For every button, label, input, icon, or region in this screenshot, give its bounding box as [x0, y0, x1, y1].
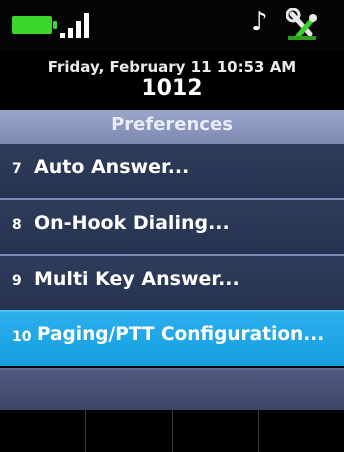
music-note-icon: ♪: [251, 7, 268, 37]
menu-item-number: 8: [12, 217, 22, 233]
tools-icon: [286, 8, 317, 40]
softkey-1[interactable]: [0, 410, 85, 452]
menu-item-label: Multi Key Answer...: [34, 268, 240, 290]
softkey-bar: [0, 410, 344, 452]
extension-number: 1012: [141, 76, 203, 101]
empty-menu-row: [0, 368, 344, 410]
page-title: Preferences: [0, 110, 344, 142]
menu-item-number: 9: [12, 273, 22, 289]
menu-item-label: Paging/PTT Configuration...: [37, 324, 325, 345]
menu-item-multi-key-answer[interactable]: 9 Multi Key Answer...: [0, 254, 344, 310]
signal-bars-icon: [60, 12, 96, 38]
menu-item-number: 10: [12, 329, 32, 345]
menu-item-paging-ptt-configuration[interactable]: 10 Paging/PTT Configuration...: [0, 310, 344, 366]
battery-icon: [12, 16, 57, 34]
menu-item-auto-answer[interactable]: 7 Auto Answer...: [0, 142, 344, 198]
softkey-2[interactable]: [85, 410, 171, 452]
menu-item-number: 7: [12, 161, 22, 177]
phone-header: Friday, February 11 10:53 AM 1012: [0, 50, 344, 110]
date-time: Friday, February 11 10:53 AM: [47, 58, 297, 76]
menu-item-on-hook-dialing[interactable]: 8 On-Hook Dialing...: [0, 198, 344, 254]
status-bar: ♪: [0, 0, 344, 50]
menu-item-label: On-Hook Dialing...: [34, 212, 230, 234]
softkey-3[interactable]: [171, 410, 258, 452]
softkey-4[interactable]: [257, 410, 344, 452]
menu-item-label: Auto Answer...: [34, 156, 190, 178]
